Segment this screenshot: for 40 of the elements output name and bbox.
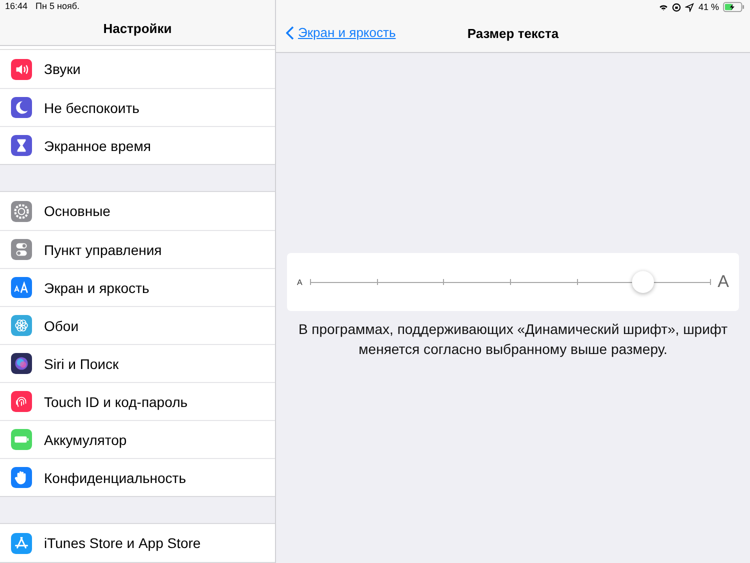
chevron-left-icon [286, 26, 294, 40]
status-time: 16:44 [5, 1, 28, 12]
battery-percentage: 41 % [698, 2, 719, 12]
footnote-text: В программах, поддерживающих «Динамический шрифт», шрифт меняется согласно выбранному выше размеру. [297, 320, 729, 359]
settings-row-label: Экран и яркость [44, 280, 150, 296]
settings-row-label: Siri и Поиск [44, 356, 119, 372]
back-link[interactable]: Экран и яркость [286, 25, 396, 40]
settings-row-label: Touch ID и код-пароль [44, 394, 188, 410]
settings-row[interactable]: Звуки [0, 50, 275, 88]
slider-thumb[interactable] [632, 271, 654, 293]
settings-row-label: Пункт управления [44, 242, 162, 258]
settings-row-label: iTunes Store и App Store [44, 535, 201, 551]
status-date: Пн 5 нояб. [36, 1, 80, 12]
settings-row-label: Обои [44, 318, 79, 334]
location-arrow-icon [685, 2, 694, 12]
settings-row-label: Основные [44, 203, 110, 219]
settings-row[interactable]: Экран и яркость [0, 268, 275, 306]
large-text-label: A [718, 272, 729, 292]
settings-row-label: Аккумулятор [44, 432, 127, 448]
settings-row-label: Конфиденциальность [44, 470, 186, 486]
settings-row[interactable]: Пункт управления [0, 230, 275, 268]
settings-row[interactable]: Конфиденциальность [0, 458, 275, 496]
small-text-label: A [297, 278, 302, 286]
settings-row[interactable]: Не беспокоить [0, 88, 275, 126]
rotation-lock-icon [672, 2, 682, 12]
settings-row-label: Экранное время [44, 138, 151, 154]
settings-row[interactable]: Touch ID и код-пароль [0, 382, 275, 420]
detail-title: Размер текста [467, 26, 559, 40]
settings-row-label: Звуки [44, 61, 81, 77]
sidebar-title: Настройки [103, 21, 172, 36]
settings-row[interactable]: Экранное время [0, 126, 275, 164]
text-size-slider[interactable] [310, 270, 710, 294]
settings-row[interactable]: iTunes Store и App Store [0, 524, 275, 562]
settings-row-label: Не беспокоить [44, 100, 140, 116]
battery-charging-icon [723, 2, 745, 12]
settings-row[interactable]: Аккумулятор [0, 420, 275, 458]
settings-row[interactable]: Обои [0, 306, 275, 344]
wifi-icon [659, 2, 668, 12]
settings-row[interactable]: Основные [0, 192, 275, 230]
settings-row[interactable]: Siri и Поиск [0, 344, 275, 382]
